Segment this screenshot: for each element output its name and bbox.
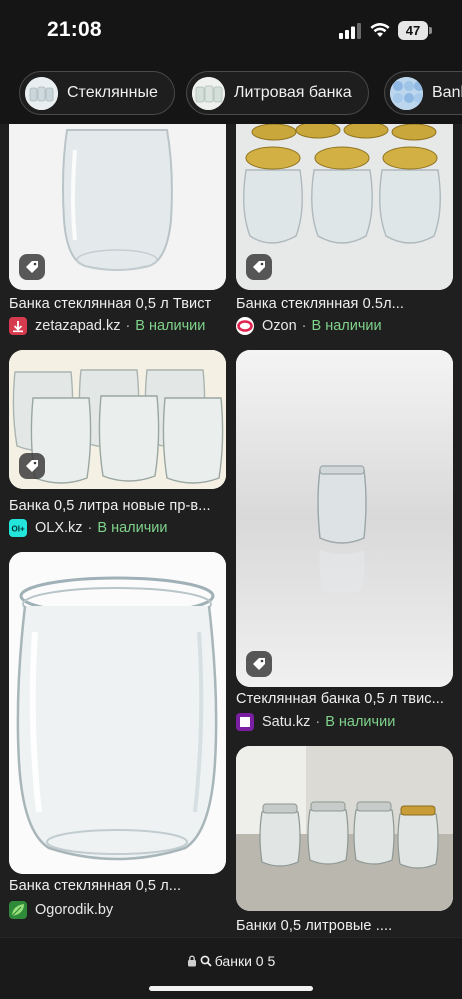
result-source[interactable]: Satu.kz · В наличии: [236, 712, 456, 732]
battery-icon: 47: [398, 21, 432, 40]
result-image[interactable]: [236, 124, 453, 290]
result-title[interactable]: Банка стеклянная 0,5 л...: [9, 878, 229, 894]
separator-dot: ·: [125, 318, 131, 334]
chip-label: Литровая банка: [234, 84, 352, 101]
result-title[interactable]: Банка стеклянная 0.5л...: [236, 296, 456, 312]
tag-icon: [19, 453, 45, 479]
status-bar: 21:08 47: [0, 0, 462, 62]
separator-dot: ·: [87, 520, 93, 536]
result-title[interactable]: Банки 0,5 литровые ....: [236, 918, 456, 934]
suggestion-chips: Стеклянные Литровая банка Bank: [0, 62, 462, 124]
separator-dot: ·: [301, 318, 307, 334]
tag-icon: [19, 254, 45, 280]
result-source[interactable]: OI+ OLX.kz · В наличии: [9, 518, 229, 538]
chip-thumbnail: [390, 76, 423, 110]
availability: В наличии: [325, 714, 396, 730]
result-image[interactable]: [236, 350, 453, 687]
wifi-icon: [370, 23, 390, 37]
chip-label: Bank: [432, 84, 462, 101]
source-name: Ozon: [262, 318, 297, 334]
source-name: Ogorodik.by: [35, 902, 114, 918]
separator-dot: ·: [315, 714, 321, 730]
result-image[interactable]: [9, 552, 226, 874]
battery-level: 47: [405, 23, 421, 38]
chip-litrovaya-banka[interactable]: Литровая банка: [186, 71, 369, 115]
clock: 21:08: [47, 18, 102, 41]
result-source[interactable]: Ozon · В наличии: [236, 316, 456, 336]
ogorodik-favicon: [9, 901, 27, 919]
result-source[interactable]: zetazapad.kz · В наличии: [9, 316, 229, 336]
result-title[interactable]: Стеклянная банка 0,5 л твис...: [236, 691, 456, 707]
source-name: OLX.kz: [35, 520, 83, 536]
signal-icon: [339, 23, 361, 39]
result-image[interactable]: [9, 124, 226, 290]
home-indicator[interactable]: [149, 986, 313, 991]
url-row[interactable]: банки 0 5: [0, 953, 462, 969]
result-image[interactable]: [9, 350, 226, 489]
search-query: банки 0 5: [214, 953, 276, 969]
ozon-favicon: [236, 317, 254, 335]
chip-steklyannye[interactable]: Стеклянные: [19, 71, 175, 115]
tag-icon: [246, 651, 272, 677]
lock-icon: [187, 955, 196, 967]
svg-text:OI+: OI+: [12, 525, 25, 534]
availability: В наличии: [135, 318, 206, 334]
result-source[interactable]: Ogorodik.by: [9, 900, 229, 920]
image-results-grid: Банка стеклянная 0,5 л Твист zetazapad.k…: [0, 124, 462, 937]
availability: В наличии: [311, 318, 382, 334]
zetazapad-favicon: [9, 317, 27, 335]
result-title[interactable]: Банка стеклянная 0,5 л Твист: [9, 296, 229, 312]
search-icon: [200, 955, 212, 967]
result-title[interactable]: Банка 0,5 литра новые пр-в...: [9, 498, 229, 514]
source-name: Satu.kz: [262, 714, 311, 730]
chip-thumbnail: [192, 76, 225, 110]
source-name: zetazapad.kz: [35, 318, 121, 334]
tag-icon: [246, 254, 272, 280]
satu-favicon: [236, 713, 254, 731]
availability: В наличии: [97, 520, 168, 536]
chip-thumbnail: [25, 76, 58, 110]
result-image[interactable]: [236, 746, 453, 911]
chip-label: Стеклянные: [67, 84, 158, 101]
browser-address-bar[interactable]: банки 0 5: [0, 937, 462, 999]
olx-favicon: OI+: [9, 519, 27, 537]
chip-bank[interactable]: Bank: [384, 71, 462, 115]
